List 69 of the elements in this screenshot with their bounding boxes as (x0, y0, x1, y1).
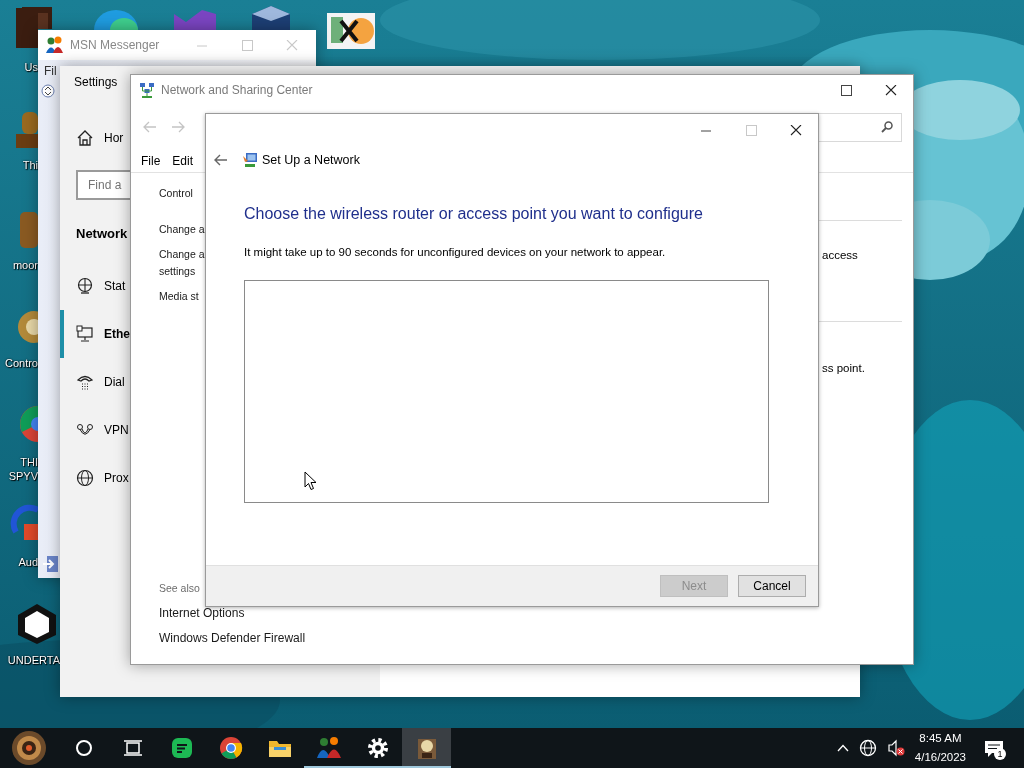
people-icon (46, 36, 64, 54)
icon-label: Contro (4, 356, 38, 370)
body-text: access (822, 248, 859, 263)
sidebar-link[interactable]: Change a settings (159, 246, 206, 280)
dialog-heading: Choose the wireless router or access point you want to configure (244, 204, 704, 224)
desktop-app-icon[interactable] (327, 13, 375, 49)
notification-count: 1 (994, 748, 1006, 760)
icon-label: moor (12, 258, 38, 272)
close-icon (788, 124, 803, 136)
task-view-icon (122, 739, 143, 757)
sidebar-link[interactable]: Internet Options (159, 605, 245, 622)
clock-time[interactable]: 8:45 AM (914, 729, 966, 748)
nav-item[interactable]: Stat (60, 261, 130, 310)
speaker-muted-icon[interactable] (886, 739, 905, 757)
people-icon (315, 736, 342, 760)
network-setup-icon (242, 152, 258, 168)
settings-icon (366, 737, 389, 759)
icon-label: Thi (22, 158, 38, 172)
window-title: Settings (73, 74, 118, 91)
close-icon (284, 39, 299, 51)
exit-icon[interactable] (43, 555, 59, 573)
icon-label: UNDERTA (7, 653, 60, 667)
folder-icon (267, 738, 292, 758)
maximize-icon (838, 84, 853, 96)
monitor-icon (76, 324, 94, 343)
nav-item[interactable]: VPN (60, 405, 130, 454)
body-text: ss point. (822, 361, 866, 377)
icon-label: Aud (18, 555, 38, 569)
sidebar-link[interactable]: Change a (159, 221, 206, 238)
chevron-up-icon[interactable] (836, 744, 849, 752)
desktop-app-icon[interactable] (250, 4, 292, 30)
close-icon (883, 84, 898, 96)
search-field[interactable]: Find a (76, 170, 130, 200)
icon-label: Us (24, 60, 38, 74)
dialog-title: Set Up a Network (262, 151, 360, 169)
maximize-icon (743, 124, 758, 136)
nav-link[interactable]: Hor (104, 129, 124, 147)
start-icon (11, 730, 47, 766)
taskbar-button[interactable] (402, 728, 451, 768)
expand-icon[interactable] (41, 84, 55, 98)
globe-icon (76, 468, 94, 487)
chrome-icon (218, 736, 243, 760)
window-title: Network and Sharing Center (161, 82, 313, 99)
section-heading: See also (159, 581, 201, 596)
menu-item[interactable]: File (141, 151, 161, 170)
sidebar-link[interactable]: Control (159, 185, 206, 202)
mouse-cursor-icon (304, 471, 317, 491)
section-heading: Network (76, 225, 128, 243)
nav-item[interactable]: Prox (60, 453, 130, 502)
clock-date[interactable]: 4/16/2023 (914, 748, 966, 767)
maximize-icon (239, 39, 254, 51)
notification-button[interactable]: 1 (984, 739, 1004, 757)
sidebar-link[interactable]: Windows Defender Firewall (159, 630, 306, 647)
back-arrow-icon[interactable] (214, 154, 228, 166)
search-icon (881, 121, 893, 133)
globe-icon (76, 276, 94, 295)
sidebar-link[interactable]: Media st (159, 288, 206, 305)
home-icon (76, 129, 94, 147)
nav-item[interactable]: Dial (60, 357, 130, 406)
window-title: MSN Messenger (70, 37, 160, 54)
description-text: It might take up to 90 seconds for unconfigured devices on your network to appear. (244, 245, 667, 260)
globe-icon[interactable] (858, 739, 877, 757)
menu-item[interactable]: Edit (172, 151, 194, 170)
menu-item[interactable]: Fil (38, 60, 60, 80)
search-icon (74, 739, 93, 757)
notes-icon (170, 737, 193, 759)
network-icon (139, 82, 155, 98)
icon-label: THI SPYV (8, 455, 38, 483)
cancel-button[interactable]: Cancel (738, 575, 806, 597)
